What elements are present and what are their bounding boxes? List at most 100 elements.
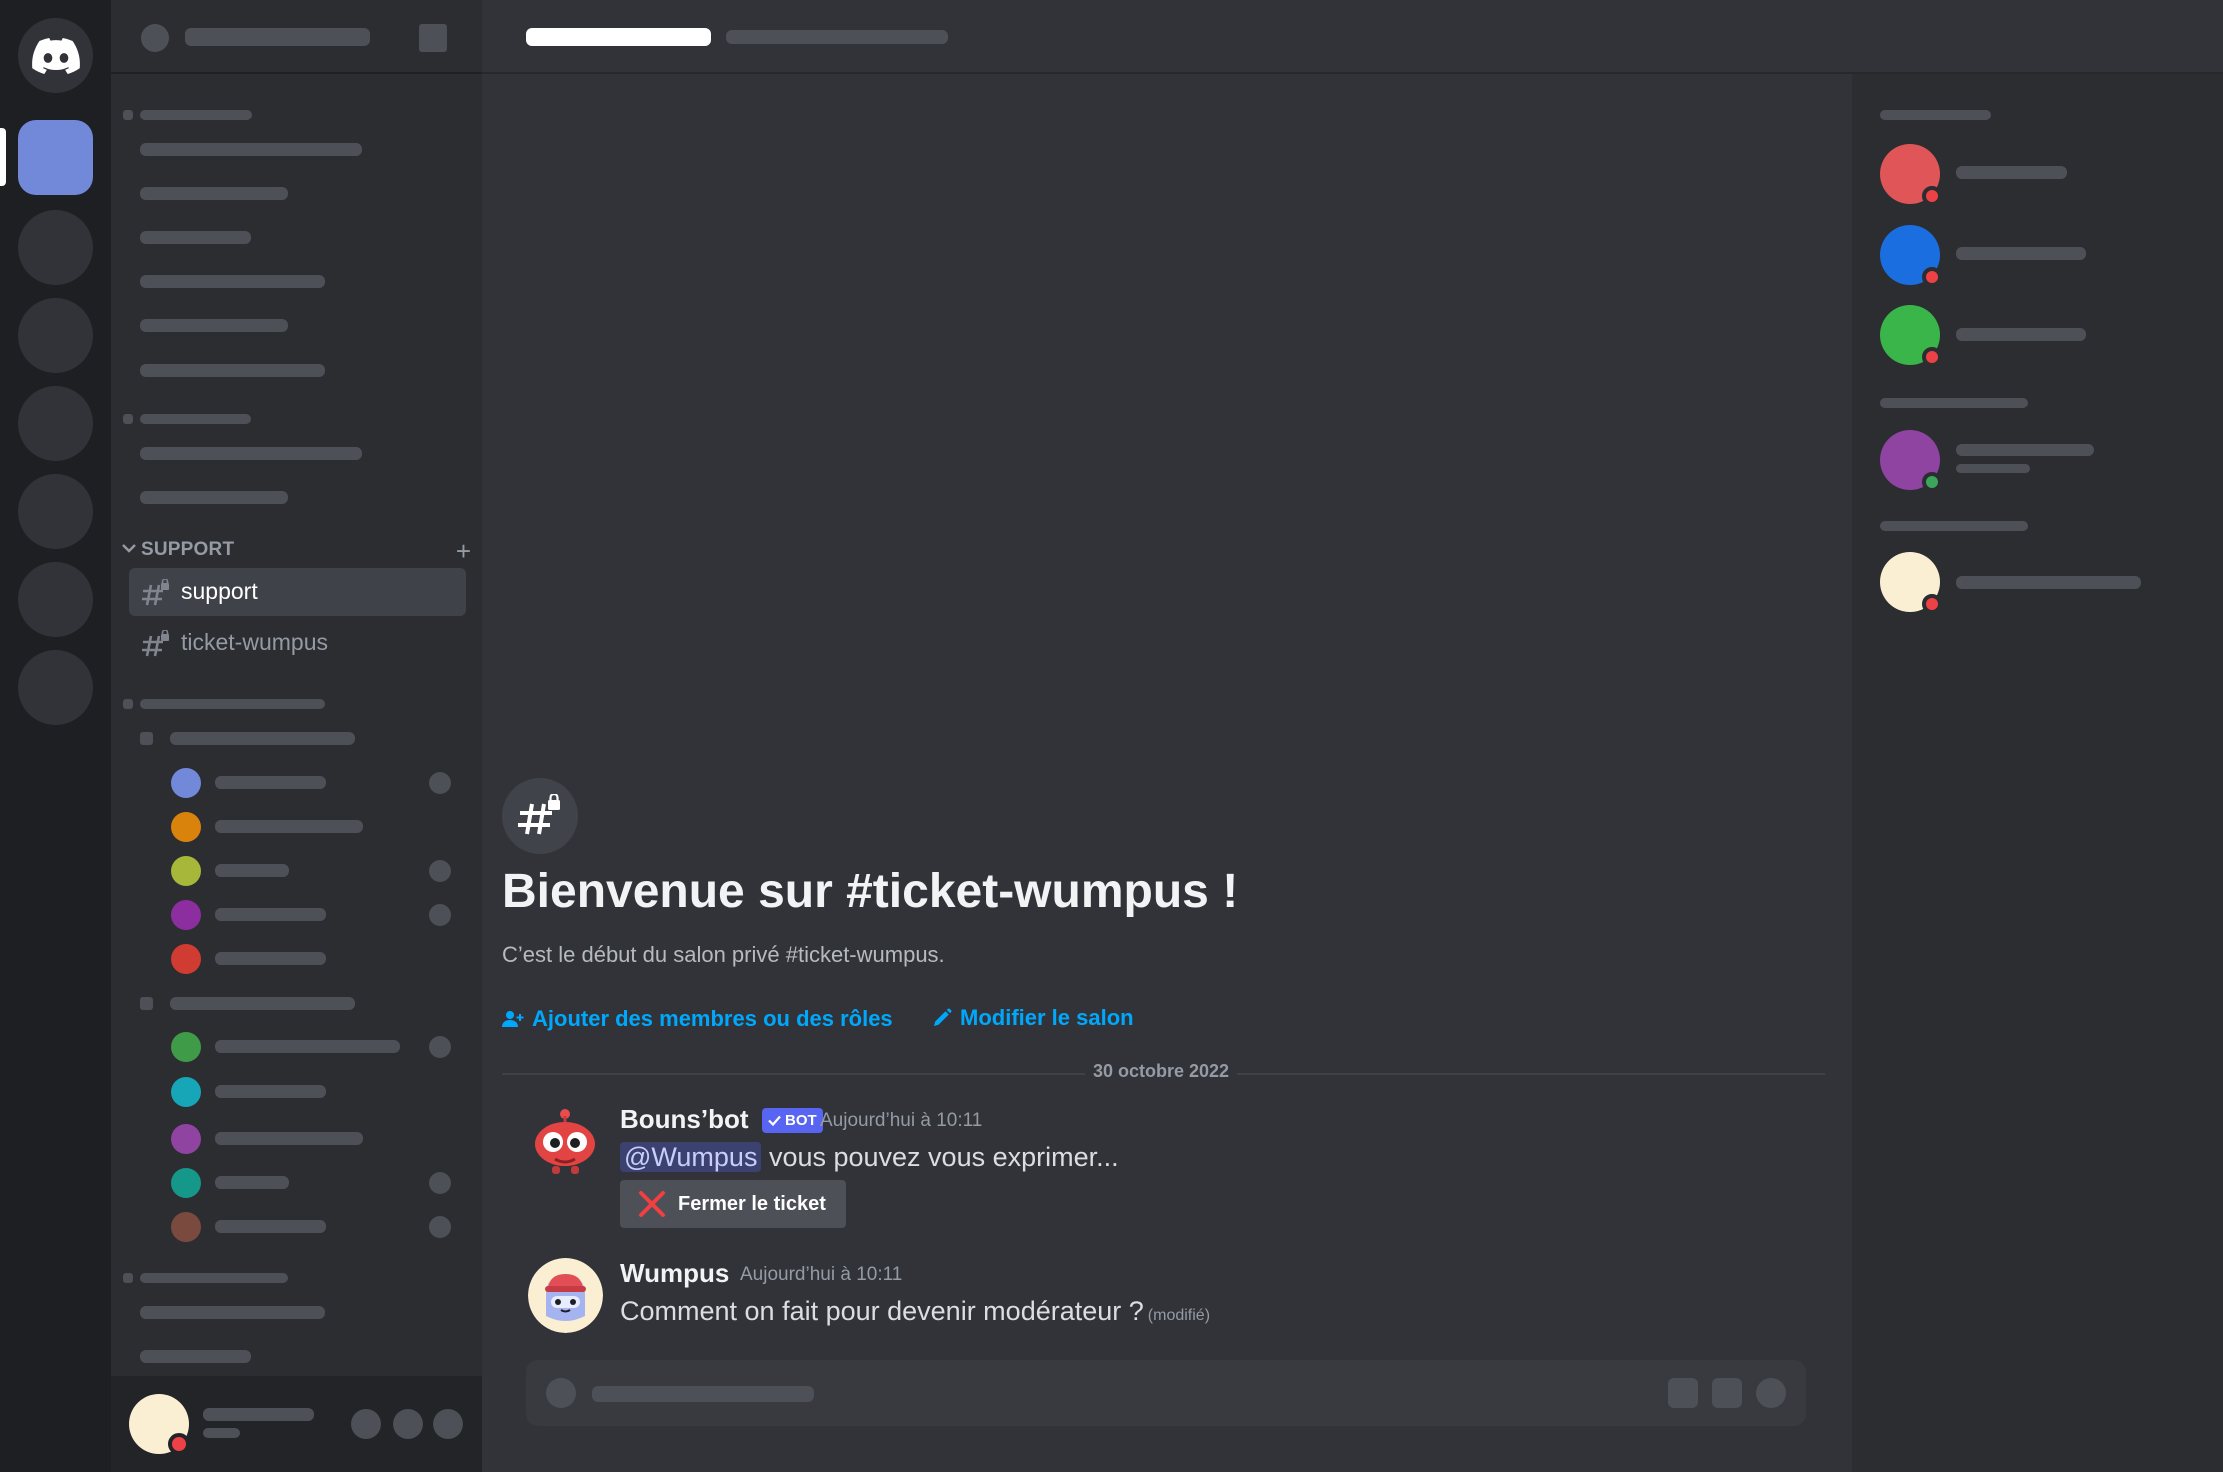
channel-placeholder[interactable] xyxy=(140,1306,325,1319)
discord-logo-icon xyxy=(31,37,80,74)
user-avatar[interactable] xyxy=(528,1258,603,1333)
welcome-subtitle: C’est le début du salon privé #ticket-wu… xyxy=(502,942,945,967)
deafen-icon[interactable] xyxy=(393,1409,423,1439)
member-name-placeholder[interactable] xyxy=(1956,576,2141,589)
user-avatar[interactable] xyxy=(171,812,201,842)
server-icon[interactable] xyxy=(18,386,93,461)
add-member-icon xyxy=(502,1011,524,1027)
role-header-placeholder xyxy=(1880,398,2028,408)
discord-home-button[interactable] xyxy=(18,18,93,93)
channel-placeholder[interactable] xyxy=(140,1350,251,1363)
user-avatar[interactable] xyxy=(171,1077,201,1107)
user-avatar[interactable] xyxy=(171,944,201,974)
mute-icon[interactable] xyxy=(351,1409,381,1439)
channel-topic-placeholder xyxy=(726,30,948,44)
emoji-icon[interactable] xyxy=(1756,1378,1786,1408)
channel-ticket-wumpus[interactable]: ticket-wumpus xyxy=(129,619,466,667)
welcome-title: Bienvenue sur #ticket-wumpus ! xyxy=(502,865,1239,918)
welcome-channel-icon xyxy=(502,778,578,854)
close-x-icon xyxy=(639,1191,665,1217)
active-server-indicator xyxy=(0,128,6,186)
category-collapse-icon[interactable] xyxy=(123,699,133,709)
category-collapse-icon[interactable] xyxy=(123,110,133,120)
message-author[interactable]: Wumpus xyxy=(620,1258,729,1289)
user-name-placeholder[interactable] xyxy=(215,820,363,833)
user-avatar[interactable] xyxy=(171,1124,201,1154)
bot-badge-label: BOT xyxy=(785,1112,817,1129)
channel-placeholder[interactable] xyxy=(140,447,362,460)
user-avatar[interactable] xyxy=(171,900,201,930)
user-mention[interactable]: @Wumpus xyxy=(620,1142,762,1172)
category-placeholder[interactable] xyxy=(140,414,251,424)
user-name-placeholder[interactable] xyxy=(215,952,326,965)
user-name-placeholder[interactable] xyxy=(215,776,326,789)
user-name-placeholder[interactable] xyxy=(215,864,289,877)
server-menu-icon[interactable] xyxy=(419,24,447,52)
bot-avatar[interactable] xyxy=(528,1104,603,1179)
channel-placeholder[interactable] xyxy=(140,231,251,244)
verified-check-icon xyxy=(768,1115,781,1126)
voice-channel-placeholder[interactable] xyxy=(170,997,355,1010)
user-name-placeholder[interactable] xyxy=(215,1176,289,1189)
user-status-icon xyxy=(429,772,451,794)
dnd-status-icon xyxy=(168,1433,190,1455)
message-author[interactable]: Bouns’bot xyxy=(620,1104,749,1135)
channel-name: support xyxy=(181,578,258,604)
category-placeholder[interactable] xyxy=(140,1273,288,1283)
user-name-placeholder[interactable] xyxy=(215,1132,363,1145)
user-name-placeholder[interactable] xyxy=(215,908,326,921)
server-icon[interactable] xyxy=(18,650,93,725)
channel-placeholder[interactable] xyxy=(140,143,362,156)
channel-support[interactable]: support xyxy=(129,568,466,616)
close-ticket-button[interactable]: Fermer le ticket xyxy=(620,1180,846,1228)
user-status-icon xyxy=(429,860,451,882)
category-collapse-icon[interactable] xyxy=(123,414,133,424)
category-collapse-icon[interactable] xyxy=(123,1273,133,1283)
server-header[interactable] xyxy=(111,0,482,74)
locked-channel-icon xyxy=(518,794,560,835)
channel-placeholder[interactable] xyxy=(140,319,288,332)
gift-icon[interactable] xyxy=(1668,1378,1698,1408)
voice-channel-placeholder[interactable] xyxy=(170,732,355,745)
attach-plus-icon[interactable] xyxy=(546,1378,576,1408)
channel-title-placeholder xyxy=(526,28,711,46)
user-name-placeholder[interactable] xyxy=(215,1085,326,1098)
channel-placeholder[interactable] xyxy=(140,364,325,377)
category-placeholder[interactable] xyxy=(140,699,325,709)
member-name-placeholder[interactable] xyxy=(1956,166,2067,179)
server-icon[interactable] xyxy=(18,562,93,637)
server-icon[interactable] xyxy=(18,210,93,285)
channel-placeholder[interactable] xyxy=(140,275,325,288)
category-label: SUPPORT xyxy=(141,539,235,560)
server-icon[interactable] xyxy=(18,298,93,373)
pencil-icon xyxy=(934,1008,952,1026)
member-name-placeholder[interactable] xyxy=(1956,328,2086,341)
server-icon-active[interactable] xyxy=(18,120,93,195)
message-input-placeholder[interactable] xyxy=(592,1386,814,1402)
gif-icon[interactable] xyxy=(1712,1378,1742,1408)
user-status-icon xyxy=(429,904,451,926)
channel-placeholder[interactable] xyxy=(140,491,288,504)
chevron-down-icon xyxy=(122,544,136,553)
server-icon[interactable] xyxy=(18,474,93,549)
user-avatar[interactable] xyxy=(171,1168,201,1198)
user-avatar[interactable] xyxy=(171,1212,201,1242)
settings-gear-icon[interactable] xyxy=(433,1409,463,1439)
create-channel-icon[interactable]: + xyxy=(456,536,471,567)
channel-placeholder[interactable] xyxy=(140,187,288,200)
user-avatar[interactable] xyxy=(171,856,201,886)
server-rail xyxy=(0,0,111,1472)
category-support[interactable]: SUPPORT + xyxy=(121,536,471,566)
user-avatar[interactable] xyxy=(171,768,201,798)
dnd-status-icon xyxy=(1922,267,1942,287)
message-composer[interactable] xyxy=(526,1360,1806,1426)
member-name-placeholder[interactable] xyxy=(1956,444,2094,456)
category-placeholder[interactable] xyxy=(140,110,252,120)
member-name-placeholder[interactable] xyxy=(1956,247,2086,260)
edit-channel-link[interactable]: Modifier le salon xyxy=(932,1005,1134,1031)
user-avatar[interactable] xyxy=(171,1032,201,1062)
user-name-placeholder[interactable] xyxy=(215,1040,400,1053)
user-status-icon xyxy=(429,1172,451,1194)
add-members-link[interactable]: Ajouter des membres ou des rôles xyxy=(502,1006,893,1032)
user-name-placeholder[interactable] xyxy=(215,1220,326,1233)
